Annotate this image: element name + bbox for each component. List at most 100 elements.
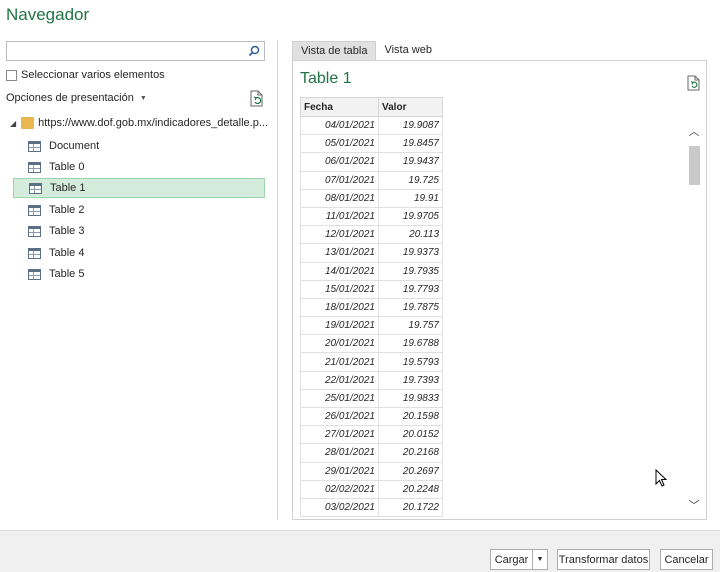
tree-item-table-0[interactable]: Table 0 bbox=[13, 157, 265, 177]
cell-fecha[interactable]: 07/01/2021 bbox=[300, 170, 379, 190]
scroll-up-icon[interactable]: ︿ bbox=[688, 125, 700, 139]
table-row: 02/02/2021 20.2248 bbox=[300, 479, 443, 499]
table-row: 12/01/2021 20.113 bbox=[300, 225, 443, 245]
cell-valor[interactable]: 19.5793 bbox=[378, 352, 443, 372]
preview-pane: Table 1 Fecha Valor 04/01/2021 19.9087 05/… bbox=[292, 60, 707, 520]
multi-select-checkbox[interactable] bbox=[6, 69, 17, 81]
expand-triangle-icon[interactable]: ◢ bbox=[10, 119, 17, 128]
tree-item-document[interactable]: Document bbox=[13, 136, 265, 156]
transform-data-button[interactable]: Transformar datos bbox=[557, 549, 650, 570]
cell-fecha[interactable]: 22/01/2021 bbox=[300, 370, 379, 390]
scrollbar-thumb[interactable] bbox=[689, 146, 700, 185]
table-icon bbox=[28, 225, 41, 237]
tab-web-view[interactable]: Vista web bbox=[376, 41, 440, 60]
multi-select-option[interactable]: Seleccionar varios elementos bbox=[6, 69, 165, 81]
tree-item-label: Table 1 bbox=[50, 182, 86, 194]
table-icon bbox=[28, 268, 41, 280]
table-icon bbox=[28, 247, 41, 259]
display-options-dropdown[interactable]: Opciones de presentación ▼ bbox=[6, 92, 147, 104]
cell-valor[interactable]: 19.9087 bbox=[378, 115, 443, 136]
load-button[interactable]: Cargar bbox=[490, 549, 533, 570]
table-icon bbox=[28, 204, 41, 216]
cell-valor[interactable]: 19.91 bbox=[378, 188, 443, 208]
table-row: 29/01/2021 20.2697 bbox=[300, 461, 443, 481]
cell-fecha[interactable]: 12/01/2021 bbox=[300, 225, 379, 245]
cell-valor[interactable]: 19.9373 bbox=[378, 243, 443, 263]
tab-table-view[interactable]: Vista de tabla bbox=[292, 41, 377, 60]
tree-item-table-3[interactable]: Table 3 bbox=[13, 221, 265, 241]
display-options-label: Opciones de presentación bbox=[6, 92, 134, 104]
cell-valor[interactable]: 20.2697 bbox=[378, 461, 443, 481]
cell-fecha[interactable]: 26/01/2021 bbox=[300, 406, 379, 427]
cell-fecha[interactable]: 13/01/2021 bbox=[300, 243, 379, 263]
cell-fecha[interactable]: 06/01/2021 bbox=[300, 152, 379, 172]
pane-splitter[interactable] bbox=[277, 40, 278, 520]
cell-fecha[interactable]: 20/01/2021 bbox=[300, 334, 379, 354]
cell-fecha[interactable]: 28/01/2021 bbox=[300, 443, 379, 463]
cell-valor[interactable]: 19.9437 bbox=[378, 152, 443, 172]
cell-valor[interactable]: 20.1722 bbox=[378, 497, 443, 518]
column-header-valor[interactable]: Valor bbox=[378, 97, 443, 117]
cell-valor[interactable]: 19.9833 bbox=[378, 388, 443, 409]
tree-item-label: Document bbox=[49, 140, 100, 152]
cell-fecha[interactable]: 21/01/2021 bbox=[300, 352, 379, 372]
folder-icon bbox=[20, 117, 35, 129]
table-row: 15/01/2021 19.7793 bbox=[300, 279, 443, 299]
tree-item-table-2[interactable]: Table 2 bbox=[13, 200, 265, 220]
cell-valor[interactable]: 19.757 bbox=[378, 316, 443, 336]
cell-fecha[interactable]: 05/01/2021 bbox=[300, 134, 379, 154]
cell-valor[interactable]: 19.8457 bbox=[378, 134, 443, 154]
tree-item-table-1[interactable]: Table 1 bbox=[13, 178, 265, 198]
table-row: 25/01/2021 19.9833 bbox=[300, 388, 443, 409]
cell-fecha[interactable]: 15/01/2021 bbox=[300, 279, 379, 299]
search-icon[interactable] bbox=[244, 42, 264, 60]
cell-fecha[interactable]: 19/01/2021 bbox=[300, 316, 379, 336]
cell-fecha[interactable]: 11/01/2021 bbox=[300, 206, 379, 227]
cell-fecha[interactable]: 27/01/2021 bbox=[300, 425, 379, 445]
cell-valor[interactable]: 20.1598 bbox=[378, 406, 443, 427]
cell-valor[interactable]: 20.0152 bbox=[378, 425, 443, 445]
cell-fecha[interactable]: 25/01/2021 bbox=[300, 388, 379, 409]
table-icon bbox=[28, 140, 41, 152]
cell-fecha[interactable]: 14/01/2021 bbox=[300, 261, 379, 281]
cancel-button[interactable]: Cancelar bbox=[660, 549, 713, 570]
cell-valor[interactable]: 19.725 bbox=[378, 170, 443, 190]
tree-root-label: https://www.dof.gob.mx/indicadores_detal… bbox=[38, 117, 268, 129]
refresh-icon[interactable] bbox=[249, 90, 265, 108]
cell-fecha[interactable]: 18/01/2021 bbox=[300, 297, 379, 318]
load-dropdown-button[interactable]: ▼ bbox=[532, 549, 548, 570]
multi-select-label: Seleccionar varios elementos bbox=[21, 69, 165, 81]
cell-valor[interactable]: 19.7393 bbox=[378, 370, 443, 390]
table-row: 19/01/2021 19.757 bbox=[300, 316, 443, 336]
table-row: 03/02/2021 20.1722 bbox=[300, 497, 443, 518]
cell-fecha[interactable]: 04/01/2021 bbox=[300, 115, 379, 136]
scroll-down-icon[interactable]: ﹀ bbox=[688, 499, 700, 513]
tree-root-source[interactable]: ◢ https://www.dof.gob.mx/indicadores_det… bbox=[10, 117, 268, 129]
tree-item-table-5[interactable]: Table 5 bbox=[13, 264, 265, 284]
tree-item-label: Table 2 bbox=[49, 204, 85, 216]
cell-valor[interactable]: 19.7793 bbox=[378, 279, 443, 299]
tree-item-table-4[interactable]: Table 4 bbox=[13, 243, 265, 263]
cell-valor[interactable]: 19.7875 bbox=[378, 297, 443, 318]
cell-valor[interactable]: 20.113 bbox=[378, 225, 443, 245]
vertical-scrollbar[interactable]: ︿ ﹀ bbox=[688, 125, 700, 513]
chevron-down-icon: ▼ bbox=[536, 556, 544, 563]
table-row: 08/01/2021 19.91 bbox=[300, 188, 443, 208]
cell-valor[interactable]: 20.2248 bbox=[378, 479, 443, 499]
refresh-preview-icon[interactable] bbox=[687, 75, 701, 91]
cell-fecha[interactable]: 29/01/2021 bbox=[300, 461, 379, 481]
preview-table: Fecha Valor 04/01/2021 19.9087 05/01/2021 1… bbox=[300, 97, 443, 518]
cell-fecha[interactable]: 02/02/2021 bbox=[300, 479, 379, 499]
column-header-fecha[interactable]: Fecha bbox=[300, 97, 379, 117]
cell-valor[interactable]: 19.6788 bbox=[378, 334, 443, 354]
search-input[interactable] bbox=[6, 41, 265, 61]
mouse-pointer-icon bbox=[655, 468, 668, 490]
cell-valor[interactable]: 19.7935 bbox=[378, 261, 443, 281]
cell-fecha[interactable]: 08/01/2021 bbox=[300, 188, 379, 208]
table-row: 28/01/2021 20.2168 bbox=[300, 443, 443, 463]
table-icon bbox=[28, 161, 41, 173]
cell-valor[interactable]: 19.9705 bbox=[378, 206, 443, 227]
cell-fecha[interactable]: 03/02/2021 bbox=[300, 497, 379, 518]
cell-valor[interactable]: 20.2168 bbox=[378, 443, 443, 463]
tree-item-label: Table 5 bbox=[49, 268, 85, 280]
